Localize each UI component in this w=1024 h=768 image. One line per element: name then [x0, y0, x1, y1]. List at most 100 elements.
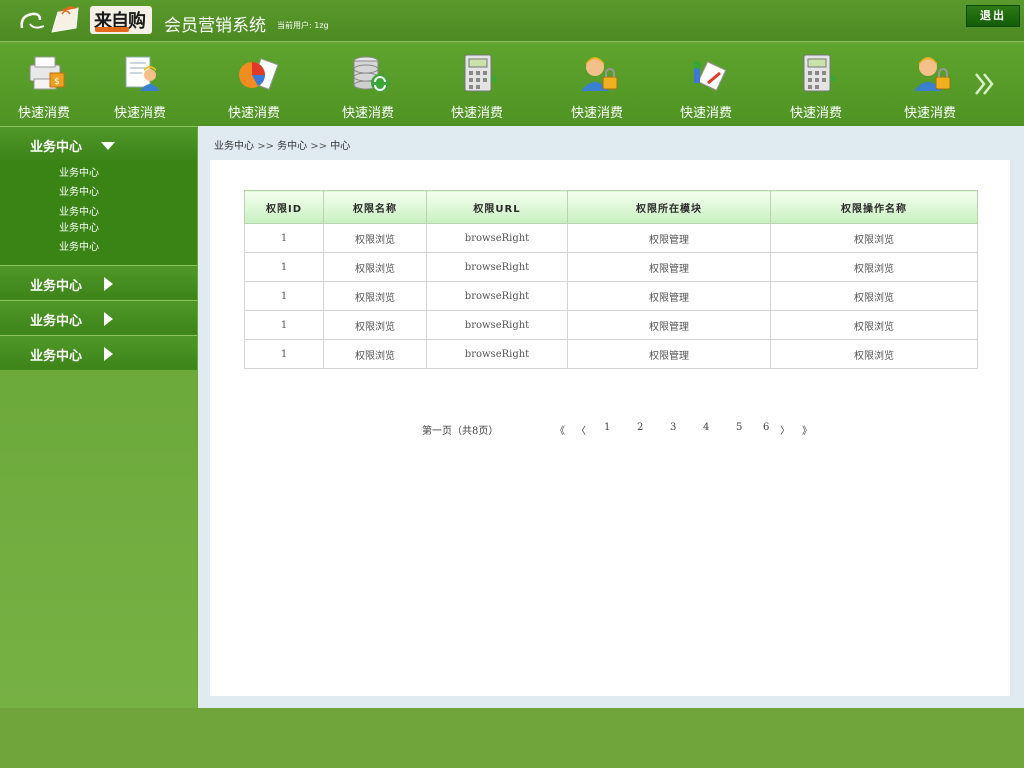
table-cell: browseRight: [426, 281, 568, 311]
table-cell: 权限浏览: [323, 223, 427, 253]
caret-right-icon: [104, 347, 113, 361]
page-number[interactable]: 4: [703, 422, 709, 433]
breadcrumb-item[interactable]: 业务中心: [214, 141, 254, 152]
table-cell: browseRight: [426, 252, 568, 282]
column-header[interactable]: 权限名称: [323, 190, 427, 224]
table-row[interactable]: 1 权限浏览 browseRight 权限管理 权限浏览: [244, 252, 978, 282]
chart-tools-icon: [693, 61, 727, 91]
next-page-button[interactable]: 〉: [780, 422, 790, 437]
sidebar-sub-item[interactable]: 业务中心: [59, 183, 99, 198]
user-lock-icon: [581, 57, 618, 91]
toolbar-item-7[interactable]: 快速消费: [666, 49, 746, 123]
toolbar-item-4[interactable]: 快速消费: [328, 49, 408, 123]
table-cell: 权限浏览: [323, 281, 427, 311]
table-cell: 权限管理: [567, 281, 771, 311]
quick-toolbar: $ 快速消费 快速消费 快速消费 快速消费 快速消费 快速消费 快速消费 快速消…: [0, 43, 1024, 126]
breadcrumb-item[interactable]: 务中心: [277, 141, 307, 152]
table-cell: 权限浏览: [770, 223, 978, 253]
table-body: 1 权限浏览 browseRight 权限管理 权限浏览 1 权限浏览 browseRight…: [244, 223, 978, 369]
sidebar-sub-item[interactable]: 业务中心: [59, 238, 99, 253]
toolbar-item-6[interactable]: 快速消费: [557, 49, 637, 123]
page-number[interactable]: 2: [637, 422, 643, 433]
sidebar-group-4[interactable]: 业务中心: [0, 335, 197, 369]
logout-button[interactable]: 退出: [966, 5, 1020, 27]
column-header[interactable]: 权限ID: [244, 190, 324, 224]
column-header[interactable]: 权限URL: [426, 190, 568, 224]
app-title: 会员营销系统: [164, 16, 266, 36]
printer-icon: $: [29, 56, 65, 90]
page-number[interactable]: 6: [763, 422, 769, 433]
table-cell: 权限浏览: [323, 252, 427, 282]
table-cell: 1: [244, 223, 324, 253]
first-page-button[interactable]: 《: [555, 422, 565, 437]
table-cell: 1: [244, 339, 324, 369]
footer-band: [0, 708, 1024, 768]
sidebar-group-label: 业务中心: [30, 279, 83, 294]
app-header: 来自购 会员营销系统 当前用户: 1zg 退出: [0, 0, 1024, 42]
page-number[interactable]: 5: [736, 422, 742, 433]
caret-right-icon: [104, 277, 113, 291]
sidebar-group-1[interactable]: 业务中心: [0, 126, 197, 160]
pie-chart-icon: [239, 58, 278, 90]
table-row[interactable]: 1 权限浏览 browseRight 权限管理 权限浏览: [244, 310, 978, 340]
table-cell: browseRight: [426, 223, 568, 253]
toolbar-item-label: 快速消费: [570, 106, 623, 121]
table-cell: 权限浏览: [770, 252, 978, 282]
page-info: 第一页（共8页）: [422, 426, 499, 437]
table-cell: browseRight: [426, 310, 568, 340]
sidebar-group-label: 业务中心: [30, 314, 83, 329]
sidebar: 业务中心 业务中心 业务中心 业务中心 业务中心 业务中心 业务中心 业务中心 …: [0, 126, 197, 708]
sidebar-sub-item[interactable]: 业务中心: [59, 164, 99, 179]
page-number[interactable]: 1: [604, 422, 610, 433]
table-cell: 1: [244, 281, 324, 311]
current-user-label: 当前用户:: [277, 21, 312, 30]
toolbar-item-9[interactable]: 快速消费: [890, 49, 970, 123]
last-page-button[interactable]: 》: [802, 422, 812, 437]
table-cell: 1: [244, 310, 324, 340]
table-cell: 1: [244, 252, 324, 282]
breadcrumb-separator: >>: [310, 141, 328, 152]
calculator-icon: [464, 54, 497, 92]
sidebar-menu: 业务中心 业务中心 业务中心 业务中心 业务中心 业务中心 业务中心 业务中心 …: [0, 126, 197, 370]
sidebar-group-label: 业务中心: [30, 349, 83, 364]
toolbar-item-label: 快速消费: [903, 106, 956, 121]
breadcrumb-item[interactable]: 中心: [330, 141, 350, 152]
sidebar-group-3[interactable]: 业务中心: [0, 300, 197, 334]
toolbar-item-label: 快速消费: [450, 106, 503, 121]
column-header[interactable]: 权限所在模块: [567, 190, 771, 224]
toolbar-item-label: 快速消费: [113, 106, 166, 121]
toolbar-item-8[interactable]: 快速消费: [776, 49, 856, 123]
page-number[interactable]: 3: [670, 422, 676, 433]
current-user-name: 1zg: [314, 21, 329, 30]
toolbar-item-2[interactable]: 快速消费: [100, 49, 180, 123]
sidebar-group-2[interactable]: 业务中心: [0, 265, 197, 299]
toolbar-item-label: 快速消费: [227, 106, 280, 121]
logo-icon: [20, 6, 79, 33]
column-header[interactable]: 权限操作名称: [770, 190, 978, 224]
user-document-icon: [125, 56, 160, 91]
toolbar-item-3[interactable]: 快速消费: [214, 49, 294, 123]
table-cell: browseRight: [426, 339, 568, 369]
sidebar-group-label: 业务中心: [30, 140, 83, 155]
main-content: 业务中心 >> 务中心 >> 中心 权限ID 权限名称 权限URL 权限所在模块…: [198, 126, 1024, 708]
breadcrumb: 业务中心 >> 务中心 >> 中心: [214, 137, 350, 152]
content-panel: 权限ID 权限名称 权限URL 权限所在模块 权限操作名称 1 权限浏览 brows…: [210, 160, 1010, 696]
table-row[interactable]: 1 权限浏览 browseRight 权限管理 权限浏览: [244, 339, 978, 369]
table-cell: 权限管理: [567, 252, 771, 282]
toolbar-item-5[interactable]: 快速消费: [437, 49, 517, 123]
permissions-table: 权限ID 权限名称 权限URL 权限所在模块 权限操作名称 1 权限浏览 brows…: [244, 190, 978, 369]
logo-underline: [95, 27, 129, 32]
logo: 来自购: [90, 6, 152, 34]
double-chevron-right-icon[interactable]: [970, 70, 1000, 100]
sidebar-sub-item[interactable]: 业务中心: [59, 219, 99, 234]
pagination: 第一页（共8页） 《 〈 1 2 3 4 5 6 〉 》: [210, 420, 1010, 438]
toolbar-item-label: 快速消费: [679, 106, 732, 121]
table-row[interactable]: 1 权限浏览 browseRight 权限管理 权限浏览: [244, 281, 978, 311]
sidebar-sub-item[interactable]: 业务中心: [59, 203, 99, 218]
caret-right-icon: [104, 312, 113, 326]
table-row[interactable]: 1 权限浏览 browseRight 权限管理 权限浏览: [244, 223, 978, 253]
prev-page-button[interactable]: 〈: [576, 422, 586, 437]
toolbar-item-label: 快速消费: [17, 106, 70, 121]
toolbar-item-label: 快速消费: [789, 106, 842, 121]
toolbar-item-1[interactable]: $ 快速消费: [4, 49, 84, 123]
